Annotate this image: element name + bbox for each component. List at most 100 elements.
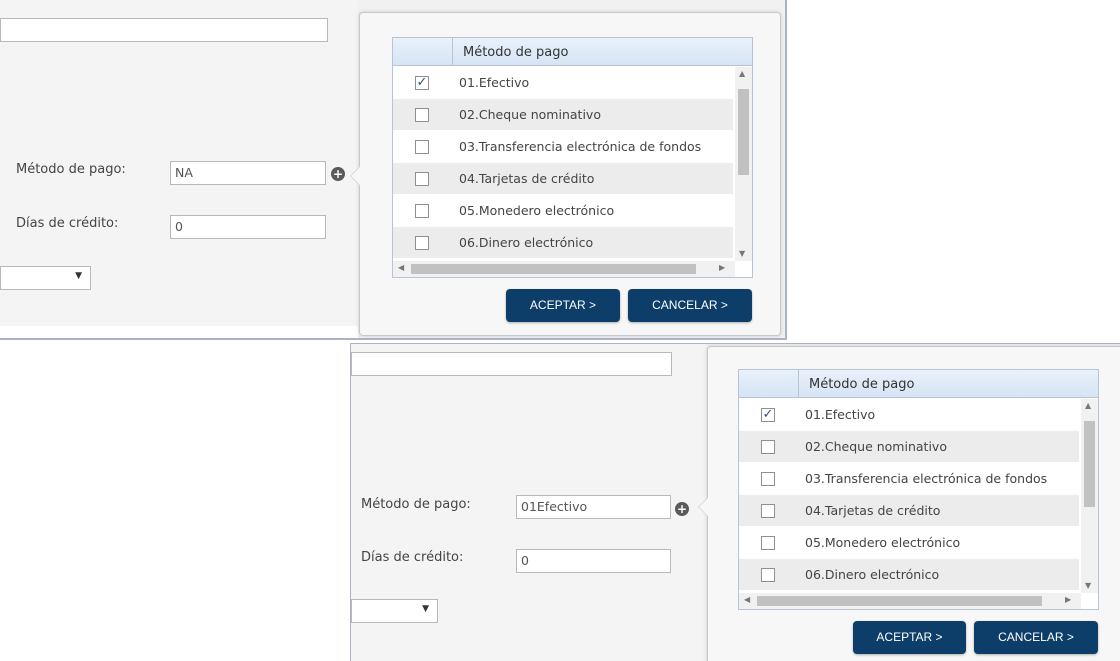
scroll-down-icon[interactable]: ▼	[1085, 581, 1091, 590]
checkbox[interactable]	[415, 172, 429, 186]
scroll-up-icon[interactable]: ▲	[739, 69, 745, 78]
checkbox[interactable]	[761, 568, 775, 582]
checkbox-cell	[393, 99, 453, 131]
screenshot-panel-top: Método de pago: NA + Días de crédito: 0 …	[0, 0, 787, 340]
payment-method-popover: Método de pago ✓ 01.Efectivo 02.Cheque n…	[698, 346, 1120, 661]
cancel-button[interactable]: CANCELAR >	[974, 621, 1098, 654]
row-label: 06.Dinero electrónico	[805, 567, 940, 582]
top-text-field[interactable]	[351, 352, 672, 376]
checkbox-checked[interactable]: ✓	[761, 408, 775, 422]
popover-pointer	[698, 497, 708, 517]
list-item[interactable]: 04.Tarjetas de crédito	[739, 495, 1079, 527]
list-item[interactable]: 05.Monedero electrónico	[739, 527, 1079, 559]
checkbox[interactable]	[415, 236, 429, 250]
list-item[interactable]: 02.Cheque nominativo	[739, 431, 1079, 463]
metodo-pago-input[interactable]: 01Efectivo	[516, 495, 671, 519]
scroll-right-icon[interactable]: ▶	[1065, 595, 1071, 604]
checkbox[interactable]	[761, 504, 775, 518]
payment-method-popover: Método de pago ✓ 01.Efectivo 02.Cheque n…	[350, 12, 781, 336]
scroll-left-icon[interactable]: ◀	[398, 263, 404, 272]
row-label: 03.Transferencia electrónica de fondos	[805, 471, 1048, 486]
checkbox-cell: ✓	[739, 399, 799, 431]
grid-header: Método de pago	[739, 370, 1098, 398]
popover-pointer	[350, 166, 360, 186]
grid-header-title: Método de pago	[809, 377, 915, 392]
row-label: 01.Efectivo	[805, 407, 876, 422]
checkmark-icon: ✓	[416, 75, 428, 90]
checkbox-cell: ✓	[393, 67, 453, 99]
list-item[interactable]: 03.Transferencia electrónica de fondos	[739, 463, 1079, 495]
checkbox-cell	[739, 527, 799, 559]
checkbox[interactable]	[415, 140, 429, 154]
list-item[interactable]: 06.Dinero electrónico	[393, 227, 733, 259]
scroll-left-icon[interactable]: ◀	[744, 595, 750, 604]
list-item[interactable]: 06.Dinero electrónico	[739, 559, 1079, 591]
list-item[interactable]: 04.Tarjetas de crédito	[393, 163, 733, 195]
list-item[interactable]: ✓ 01.Efectivo	[393, 67, 733, 99]
checkbox[interactable]	[415, 108, 429, 122]
metodo-pago-label: Método de pago:	[16, 162, 126, 177]
metodo-pago-label: Método de pago:	[361, 497, 471, 512]
row-label: 02.Cheque nominativo	[459, 107, 601, 122]
checkbox[interactable]	[761, 472, 775, 486]
dias-credito-label: Días de crédito:	[16, 216, 119, 231]
grid-header-title: Método de pago	[463, 45, 569, 60]
horizontal-scrollbar[interactable]: ◀ ▶	[739, 593, 1081, 609]
checkbox-cell	[739, 559, 799, 591]
dias-credito-input[interactable]: 0	[170, 215, 326, 239]
list-item[interactable]: 05.Monedero electrónico	[393, 195, 733, 227]
grid-header: Método de pago	[393, 38, 752, 66]
checkbox-checked[interactable]: ✓	[415, 76, 429, 90]
list-item[interactable]: 02.Cheque nominativo	[393, 99, 733, 131]
header-check-column	[739, 370, 799, 398]
chevron-down-icon: ▼	[75, 271, 82, 281]
vertical-scrollbar[interactable]: ▲ ▼	[1081, 399, 1098, 593]
accept-button[interactable]: ACEPTAR >	[853, 621, 966, 654]
scroll-up-icon[interactable]: ▲	[1085, 401, 1091, 410]
dropdown-select[interactable]: ▼	[0, 266, 91, 290]
scrollbar-thumb[interactable]	[757, 596, 1042, 606]
payment-method-grid: Método de pago ✓ 01.Efectivo 02.Cheque n…	[392, 37, 753, 278]
vertical-scrollbar[interactable]: ▲ ▼	[735, 67, 752, 261]
chevron-down-icon: ▼	[422, 604, 429, 614]
checkbox-cell	[393, 195, 453, 227]
list-item[interactable]: ✓ 01.Efectivo	[739, 399, 1079, 431]
scroll-down-icon[interactable]: ▼	[739, 249, 745, 258]
form-pane: Método de pago: 01Efectivo + Días de cré…	[351, 344, 706, 661]
accept-button[interactable]: ACEPTAR >	[506, 289, 620, 322]
checkbox-cell	[739, 495, 799, 527]
row-label: 04.Tarjetas de crédito	[805, 503, 941, 518]
dias-credito-input[interactable]: 0	[516, 549, 671, 573]
scrollbar-thumb[interactable]	[738, 89, 749, 175]
metodo-pago-input[interactable]: NA	[170, 161, 326, 185]
checkbox[interactable]	[415, 204, 429, 218]
header-check-column	[393, 38, 453, 66]
row-label: 02.Cheque nominativo	[805, 439, 947, 454]
dias-credito-label: Días de crédito:	[361, 550, 464, 565]
row-label: 06.Dinero electrónico	[459, 235, 594, 250]
checkmark-icon: ✓	[762, 407, 774, 422]
checkbox-cell	[739, 431, 799, 463]
checkbox[interactable]	[761, 536, 775, 550]
pane-bottom-strip	[0, 326, 358, 338]
scroll-right-icon[interactable]: ▶	[719, 263, 725, 272]
scrollbar-thumb[interactable]	[411, 264, 696, 274]
screenshot-panel-bottom: Método de pago: 01Efectivo + Días de cré…	[350, 343, 1120, 661]
list-item[interactable]: 03.Transferencia electrónica de fondos	[393, 131, 733, 163]
checkbox[interactable]	[761, 440, 775, 454]
scrollbar-thumb[interactable]	[1084, 421, 1095, 507]
dropdown-select[interactable]: ▼	[351, 599, 438, 623]
row-label: 03.Transferencia electrónica de fondos	[459, 139, 702, 154]
checkbox-cell	[393, 227, 453, 259]
top-text-field[interactable]	[0, 18, 328, 42]
plus-circle-icon[interactable]: +	[675, 502, 689, 516]
checkbox-cell	[739, 463, 799, 495]
form-pane: Método de pago: NA + Días de crédito: 0 …	[0, 0, 358, 326]
cancel-button[interactable]: CANCELAR >	[628, 289, 752, 322]
plus-circle-icon[interactable]: +	[331, 167, 345, 181]
row-label: 04.Tarjetas de crédito	[459, 171, 595, 186]
checkbox-cell	[393, 131, 453, 163]
horizontal-scrollbar[interactable]: ◀ ▶	[393, 261, 735, 277]
payment-method-grid: Método de pago ✓ 01.Efectivo 02.Cheque n…	[738, 369, 1099, 610]
row-label: 01.Efectivo	[459, 75, 530, 90]
